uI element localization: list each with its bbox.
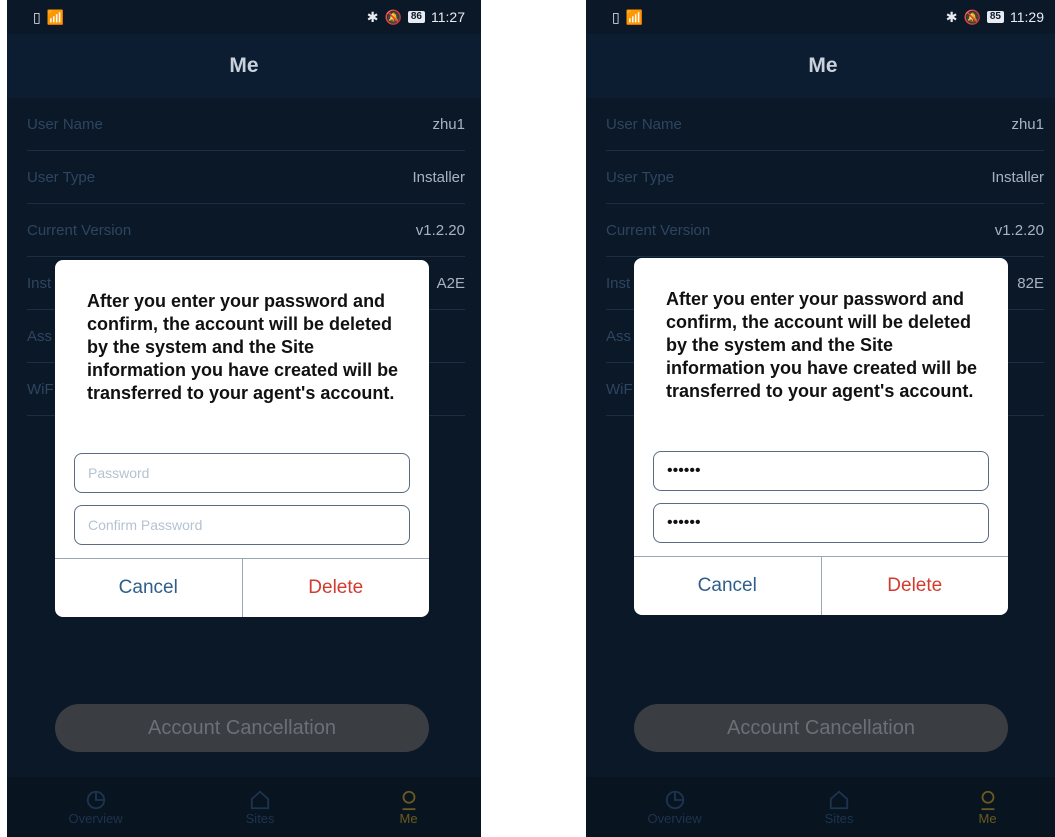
status-bar: ▯ 📶 ✱ 🔕 85 11:29 (586, 0, 1055, 34)
confirm-password-input[interactable]: •••••• (653, 503, 989, 543)
row-value: A2E (436, 274, 465, 292)
row-value: zhu1 (432, 115, 465, 133)
user-icon (402, 790, 415, 810)
dialog-message: After you enter your password and confir… (666, 289, 978, 401)
dialog-actions: Cancel Delete (634, 556, 1008, 615)
wifi-icon: 📶 (625, 8, 644, 25)
cancel-button[interactable]: Cancel (634, 557, 822, 615)
delete-button[interactable]: Delete (822, 557, 1009, 615)
battery-icon: 86 (407, 11, 425, 23)
tab-overview[interactable]: Overview (68, 789, 123, 826)
row-label: Current Version (606, 221, 711, 239)
list-item: User Name zhu1 (27, 98, 465, 151)
tab-sites[interactable]: Sites (246, 789, 275, 826)
row-value: v1.2.20 (994, 221, 1044, 239)
row-label: Ass (606, 327, 632, 345)
bluetooth-icon: ✱ (366, 8, 379, 25)
row-label: User Type (27, 168, 96, 186)
cancel-button[interactable]: Cancel (55, 559, 243, 617)
delete-account-dialog: After you enter your password and confir… (634, 258, 1008, 615)
status-time: 11:27 (431, 9, 465, 25)
list-item: User Type Installer (27, 151, 465, 204)
home-icon (829, 790, 849, 809)
tab-label: Overview (68, 810, 123, 826)
row-value: zhu1 (1011, 115, 1044, 133)
mute-icon: 🔕 (963, 8, 981, 25)
tab-me[interactable]: Me (398, 789, 420, 826)
status-time: 11:29 (1010, 9, 1044, 25)
password-input[interactable]: Password (74, 453, 410, 493)
tab-me[interactable]: Me (977, 789, 999, 826)
row-label: WiF (606, 380, 633, 398)
confirm-password-input[interactable]: Confirm Password (74, 505, 410, 545)
mute-icon: 🔕 (384, 8, 402, 25)
home-icon (250, 790, 270, 809)
row-value: 82E (1017, 274, 1044, 292)
bluetooth-icon: ✱ (945, 8, 958, 25)
password-input[interactable]: •••••• (653, 451, 989, 491)
delete-button[interactable]: Delete (243, 559, 430, 617)
account-cancellation-button[interactable]: Account Cancellation (634, 704, 1008, 752)
row-label: Inst (606, 274, 631, 292)
row-label: User Type (606, 168, 675, 186)
confirm-password-value: •••••• (667, 514, 701, 531)
page-title: Me (586, 34, 1055, 98)
dialog-actions: Cancel Delete (55, 558, 429, 617)
password-value: •••••• (667, 462, 701, 479)
pie-chart-icon (86, 790, 105, 809)
list-item: User Type Installer (606, 151, 1044, 204)
row-label: WiF (27, 380, 54, 398)
tab-label: Sites (245, 810, 275, 826)
tab-label: Me (978, 810, 997, 826)
tab-label: Sites (824, 810, 854, 826)
row-value: Installer (412, 168, 465, 186)
list-item: Current Version v1.2.20 (606, 204, 1044, 257)
tab-label: Me (399, 810, 418, 826)
row-label: Ass (27, 327, 53, 345)
confirm-password-placeholder: Confirm Password (88, 517, 203, 533)
delete-account-dialog: After you enter your password and confir… (55, 260, 429, 617)
status-bar: ▯ 📶 ✱ 🔕 86 11:27 (7, 0, 481, 34)
user-icon (981, 790, 994, 810)
row-label: Inst (27, 274, 52, 292)
pie-chart-icon (665, 790, 684, 809)
phone-screen-right: ▯ 📶 ✱ 🔕 85 11:29 Me User Name zhu1 User … (586, 0, 1055, 837)
dialog-message: After you enter your password and confir… (87, 291, 399, 403)
sim-icon: ▯ (33, 8, 41, 25)
password-placeholder: Password (88, 465, 150, 481)
account-cancellation-button[interactable]: Account Cancellation (55, 704, 429, 752)
list-item: User Name zhu1 (606, 98, 1044, 151)
wifi-icon: 📶 (46, 8, 65, 25)
tab-bar: Overview Sites Me (7, 777, 481, 837)
row-label: User Name (606, 115, 682, 133)
row-label: Current Version (27, 221, 132, 239)
row-label: User Name (27, 115, 103, 133)
tab-label: Overview (647, 810, 702, 826)
page-title: Me (7, 34, 481, 98)
list-item: Current Version v1.2.20 (27, 204, 465, 257)
tab-bar: Overview Sites Me (586, 777, 1055, 837)
tab-overview[interactable]: Overview (647, 789, 702, 826)
battery-icon: 85 (986, 11, 1004, 23)
row-value: Installer (991, 168, 1044, 186)
row-value: v1.2.20 (415, 221, 465, 239)
sim-icon: ▯ (612, 8, 620, 25)
tab-sites[interactable]: Sites (825, 789, 854, 826)
phone-screen-left: ▯ 📶 ✱ 🔕 86 11:27 Me User Name zhu1 User … (7, 0, 481, 837)
